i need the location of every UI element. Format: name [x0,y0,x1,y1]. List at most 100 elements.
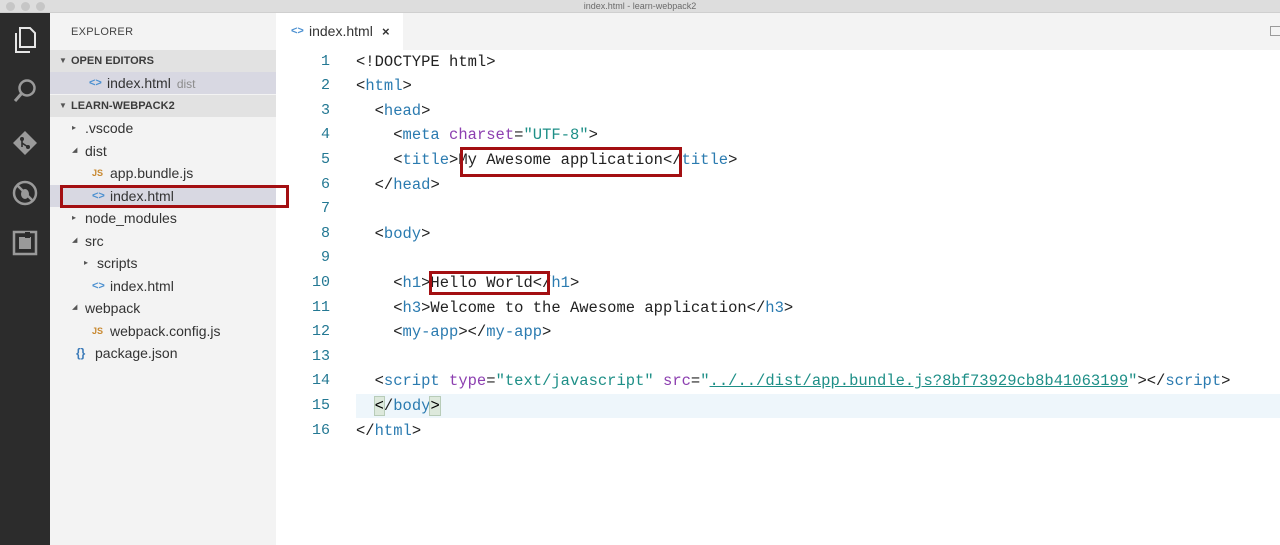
code-token: > [421,224,431,243]
code-token: title [681,150,729,169]
line-number: 13 [311,347,330,365]
code-line[interactable]: <h3>Welcome to the Awesome application</… [356,296,793,321]
code-token: title [402,150,450,169]
code-token: head [383,101,422,120]
code-token: > [588,126,598,145]
code-line[interactable]: <html> [356,74,412,99]
open-editor-hint: dist [176,77,196,91]
tree-item[interactable]: ▸ .vscode [50,117,276,139]
code-token: > [402,77,412,96]
open-editor-label: index.html [107,75,171,91]
line-number: 8 [320,224,330,242]
tree-item[interactable]: ◢ src [50,230,276,252]
code-token: my-app [486,323,543,342]
code-token: > [728,150,738,169]
code-token: body [393,396,431,415]
close-tab-button[interactable]: × [382,13,390,50]
tree-item-label: webpack [85,300,141,316]
open-editors-header[interactable]: ▼ OPEN EDITORS [50,50,276,72]
tab-index-html[interactable]: <> index.html × [276,13,403,50]
code-token: < [356,150,403,169]
tree-item[interactable]: ▸ node_modules [50,207,276,229]
code-token: >Welcome to the Awesome application</ [421,298,766,317]
tree-item-label: .vscode [85,120,134,136]
code-token: ../../dist/app.bundle.js?8bf73929cb8b410… [709,372,1129,391]
code-token: script [383,372,440,391]
annotation-box-title [460,147,682,177]
js-file-icon: JS [92,325,104,336]
tree-item[interactable]: JS app.bundle.js [50,162,276,184]
code-token: " [700,372,710,391]
chevron-down-icon: ▼ [59,56,67,65]
line-number: 4 [320,126,330,144]
activity-bar [0,13,50,545]
code-token: h3 [402,298,422,317]
explorer-title: EXPLORER [71,26,134,38]
code-token: html [374,421,412,440]
split-editor-icon[interactable] [1270,26,1280,36]
tree-item[interactable]: JS webpack.config.js [50,320,276,342]
code-line[interactable]: <meta charset="UTF-8"> [356,123,598,148]
chevron-right-icon: ▸ [84,258,89,267]
code-token: </ [356,175,394,194]
git-icon[interactable] [0,121,50,165]
code-token: < [356,298,403,317]
code-line[interactable]: </head> [356,173,440,198]
code-line[interactable]: </body> [356,394,441,419]
tree-item-label: index.html [110,277,174,294]
code-token: < [356,101,384,120]
code-token: > [430,175,440,194]
chevron-down-icon: ◢ [72,236,78,244]
code-line[interactable]: <!DOCTYPE html> [356,50,496,74]
code-token: script [1165,372,1222,391]
debug-icon[interactable] [0,171,50,215]
code-token: my-app [402,323,459,342]
open-editor-item[interactable]: <> index.html dist [50,72,276,94]
project-folder-header[interactable]: ▼ LEARN-WEBPACK2 [50,95,276,117]
code-line[interactable]: <head> [356,99,431,124]
tree-item-label: webpack.config.js [110,322,221,339]
code-token: </ [356,421,375,440]
code-line[interactable]: <my-app></my-app> [356,320,551,345]
chevron-down-icon: ◢ [72,146,78,154]
files-icon[interactable] [0,18,50,62]
code-token: src [663,372,691,391]
tree-item[interactable]: ◢ dist [50,140,276,162]
code-line[interactable]: </html> [356,419,421,444]
chevron-right-icon: ▸ [72,213,77,222]
code-line[interactable]: <script type="text/javascript" src="../.… [356,369,1231,394]
code-token: < [356,372,384,391]
code-token: < [356,224,384,243]
line-number: 9 [320,249,330,267]
tree-item[interactable]: <> index.html [50,275,276,297]
tree-item[interactable]: ◢ webpack [50,297,276,319]
tab-bar: <> index.html × [276,13,1280,50]
code-token: = [690,372,701,391]
code-token: <!DOCTYPE html> [356,52,496,71]
tree-item-label: node_modules [85,210,177,226]
code-token: < [373,395,385,416]
tree-item[interactable]: {} package.json [50,342,276,364]
chevron-down-icon: ▼ [59,101,67,110]
search-icon[interactable] [0,69,50,113]
code-editor[interactable]: 1 <!DOCTYPE html> 2 <html> 3 <head> 4 <meta c… [276,50,1280,545]
extensions-icon[interactable] [0,221,50,265]
title-bar: index.html - learn-webpack2 [0,0,1280,13]
tree-item[interactable]: ▸ scripts [50,252,276,274]
chevron-right-icon: ▸ [72,123,77,132]
json-file-icon: {} [76,346,86,360]
code-line[interactable]: <body> [356,222,431,247]
code-token: < [356,323,403,342]
line-number: 2 [320,77,330,95]
line-number: 5 [320,150,330,168]
tree-item-label: scripts [97,255,138,271]
tree-item-label: package.json [95,345,178,361]
code-token: type [449,372,487,391]
code-token: > [411,421,422,440]
line-number: 3 [320,101,330,119]
code-token: / [383,396,394,415]
